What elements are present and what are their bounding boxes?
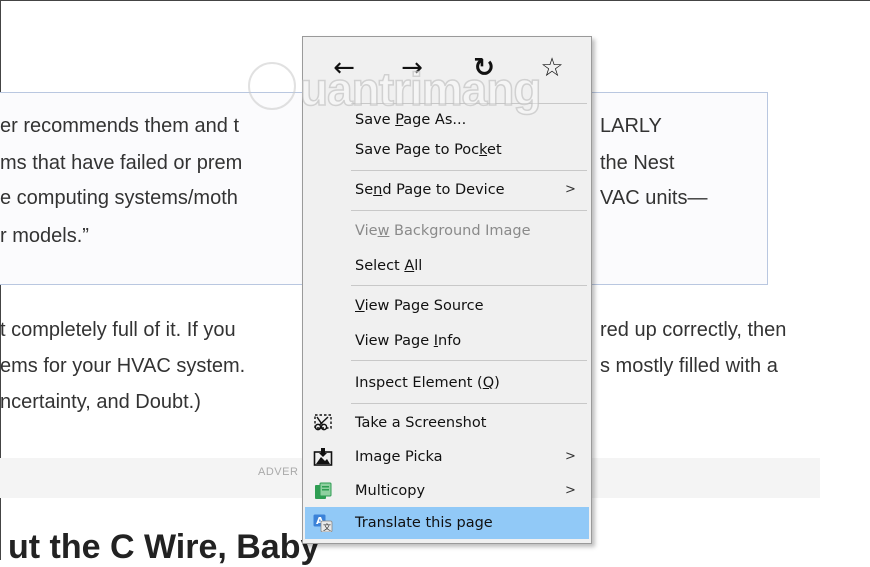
menu-item-label: Send Page to Device — [355, 182, 505, 198]
scissors-screenshot-icon — [313, 414, 333, 432]
quote-line-fragment: VAC units— — [600, 187, 708, 209]
advertisement-label: ADVER — [258, 466, 299, 478]
window-border-top — [0, 0, 870, 1]
quote-line: e computing systems/moth — [0, 187, 238, 209]
menu-item-select-all[interactable]: Select All — [303, 250, 591, 282]
reload-icon[interactable]: ↻ — [467, 51, 501, 85]
submenu-arrow-icon: > — [565, 483, 576, 498]
menu-item-send-to-device[interactable]: Send Page to Device > — [303, 174, 591, 206]
paragraph-line: ems for your HVAC system. — [0, 355, 246, 377]
menu-item-inspect-element[interactable]: Inspect Element (Q) — [303, 367, 591, 399]
multicopy-icon — [313, 482, 333, 500]
menu-separator — [351, 285, 587, 286]
menu-item-label: Image Picka — [355, 449, 443, 465]
menu-item-save-page-as[interactable]: Save Page As... — [303, 104, 591, 136]
quote-line-fragment: LARLY — [600, 115, 662, 137]
bookmark-star-icon[interactable]: ☆ — [535, 51, 569, 85]
quote-line: er recommends them and t — [0, 115, 239, 137]
menu-item-view-page-info[interactable]: View Page Info — [303, 325, 591, 357]
menu-item-image-picka[interactable]: Image Picka > — [303, 441, 591, 473]
submenu-arrow-icon: > — [565, 449, 576, 464]
menu-item-label: Multicopy — [355, 483, 426, 499]
menu-item-view-page-source[interactable]: View Page Source — [303, 290, 591, 322]
menu-item-translate-page[interactable]: A 文 Translate this page — [305, 507, 589, 539]
quote-line: ms that have failed or prem — [0, 152, 243, 174]
menu-item-label: Save Page As... — [355, 112, 467, 128]
context-menu-nav-row: ← → ↻ ☆ — [303, 51, 593, 85]
paragraph-line: ncertainty, and Doubt.) — [0, 391, 201, 413]
menu-item-label: Take a Screenshot — [355, 415, 487, 431]
submenu-arrow-icon: > — [565, 182, 576, 197]
menu-separator — [351, 210, 587, 211]
back-icon[interactable]: ← — [327, 51, 361, 85]
paragraph-line-fragment: red up correctly, then — [600, 319, 787, 341]
paragraph-line: t completely full of it. If you — [0, 319, 236, 341]
menu-item-view-background-image: View Background Image — [303, 215, 591, 247]
menu-item-label: Select All — [355, 258, 423, 274]
translate-icon: A 文 — [313, 514, 333, 533]
menu-item-label: Save Page to Pocket — [355, 142, 502, 158]
paragraph-line-fragment: s mostly filled with a — [600, 355, 778, 377]
section-heading: ut the C Wire, Baby — [8, 528, 320, 566]
menu-item-label: Inspect Element (Q) — [355, 375, 500, 391]
svg-text:文: 文 — [323, 522, 331, 532]
menu-item-save-to-pocket[interactable]: Save Page to Pocket — [303, 134, 591, 166]
forward-icon[interactable]: → — [395, 51, 429, 85]
quote-line: r models.” — [0, 225, 89, 247]
menu-item-label: View Page Source — [355, 298, 484, 314]
menu-separator — [351, 403, 587, 404]
menu-item-label: View Page Info — [355, 333, 462, 349]
image-picka-icon — [313, 448, 333, 466]
menu-item-label: View Background Image — [355, 223, 531, 239]
menu-item-label: Translate this page — [355, 515, 493, 531]
quote-line-fragment: the Nest — [600, 152, 675, 174]
menu-separator — [351, 360, 587, 361]
menu-separator — [351, 170, 587, 171]
menu-item-multicopy[interactable]: Multicopy > — [303, 475, 591, 507]
context-menu: ← → ↻ ☆ Save Page As... Save Page to Poc… — [302, 36, 592, 544]
menu-item-take-screenshot[interactable]: Take a Screenshot — [303, 407, 591, 439]
